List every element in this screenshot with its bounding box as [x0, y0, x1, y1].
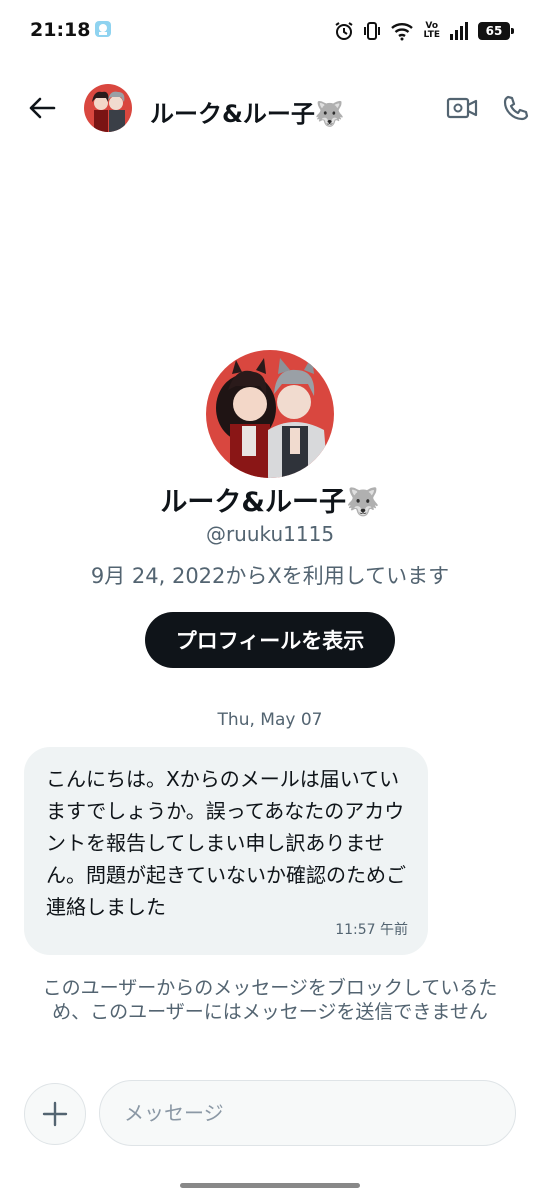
add-attachment-button[interactable] [24, 1083, 86, 1145]
blocked-notice: このユーザーからのメッセージをブロックしているため、このユーザーにはメッセージを… [42, 977, 498, 1023]
joined-date: 9月 24, 2022からXを利用しています [90, 564, 450, 588]
profile-avatar[interactable] [206, 350, 334, 478]
view-profile-button[interactable]: プロフィールを表示 [145, 612, 395, 668]
phone-call-button[interactable] [498, 90, 534, 126]
contact-name[interactable]: ルーク&ルー子🐺 [150, 94, 345, 129]
video-camera-icon [446, 97, 478, 119]
contact-avatar[interactable] [84, 84, 132, 132]
date-divider: Thu, May 07 [217, 710, 323, 730]
status-bar: 21:18 Vo LTE 65 [0, 0, 540, 62]
status-time: 21:18 [30, 19, 91, 41]
message-timestamp: 11:57 午前 [335, 922, 408, 938]
back-button[interactable] [24, 90, 60, 126]
arrow-left-icon [29, 97, 56, 119]
app-notification-icon [94, 20, 112, 38]
status-indicators: Vo LTE 65 [334, 18, 514, 44]
received-message[interactable]: こんにちは。Xからのメールは届いていますでしょうか。誤ってあなたのアカウントを報… [24, 747, 428, 955]
vibrate-icon [363, 21, 381, 41]
video-call-button[interactable] [444, 90, 480, 126]
wifi-icon [390, 21, 414, 41]
plus-icon [42, 1101, 68, 1127]
profile-handle: @ruuku1115 [205, 522, 335, 546]
message-composer [0, 1078, 540, 1148]
volte-indicator: Vo LTE [423, 21, 440, 40]
message-text: こんにちは。Xからのメールは届いていますでしょうか。誤ってあなたのアカウントを報… [46, 767, 406, 919]
phone-icon [503, 95, 529, 121]
message-input[interactable] [99, 1080, 516, 1146]
alarm-icon [334, 21, 354, 41]
battery-indicator: 65 [478, 22, 514, 40]
signal-icon [449, 22, 469, 40]
profile-name: ルーク&ルー子🐺 [160, 487, 380, 518]
home-indicator[interactable] [180, 1183, 360, 1188]
conversation-header: ルーク&ルー子🐺 [0, 78, 540, 138]
